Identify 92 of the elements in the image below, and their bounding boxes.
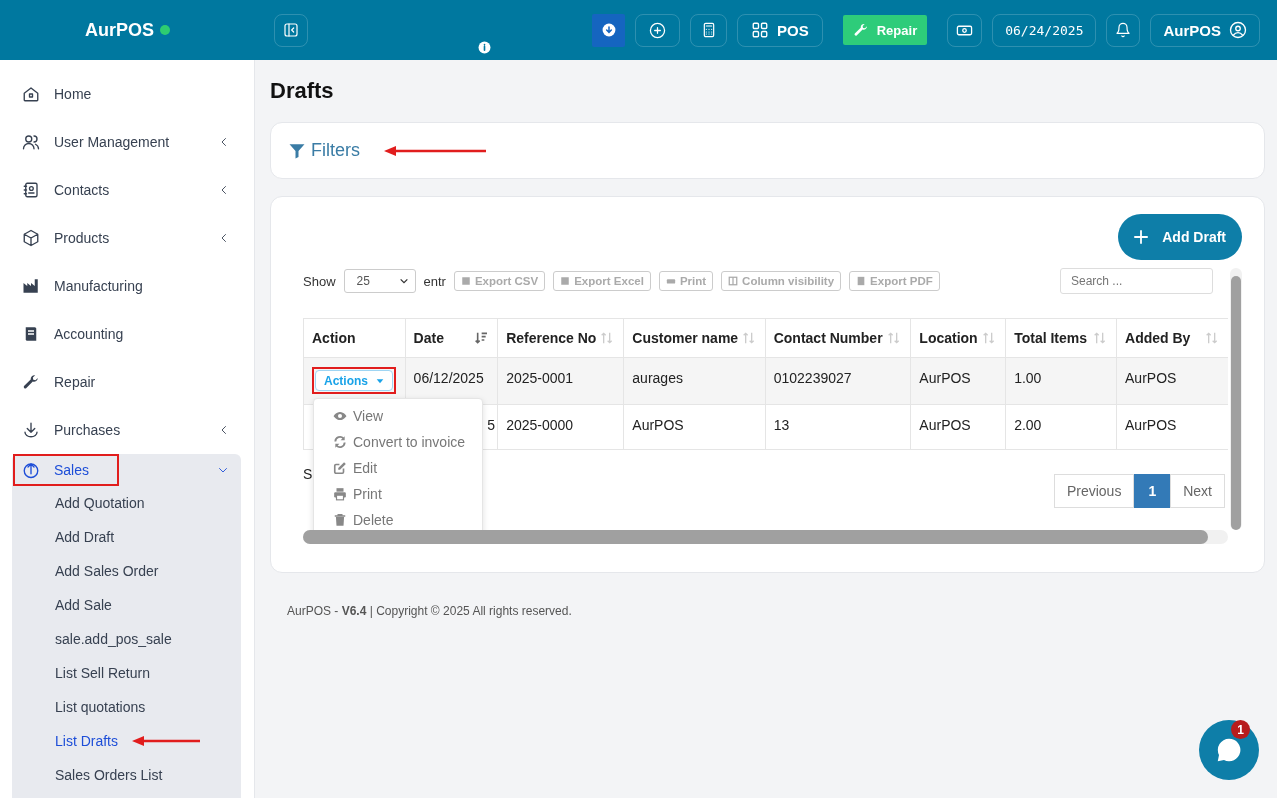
info-icon xyxy=(478,41,491,54)
submenu-item[interactable]: Add Draft xyxy=(55,520,115,554)
notifications-button[interactable] xyxy=(1106,13,1141,47)
sidebar-item[interactable]: Purchases xyxy=(0,406,254,454)
eye-icon xyxy=(333,409,347,423)
table-cell: aurages xyxy=(632,370,683,386)
pos-button[interactable]: POS xyxy=(737,13,823,47)
table-cell: AurPOS xyxy=(919,417,971,433)
table-cell: 2025-0000 xyxy=(506,417,574,433)
wrench-icon xyxy=(852,22,869,38)
search-field[interactable]: Search ... xyxy=(1060,268,1213,294)
trash-icon xyxy=(333,513,347,527)
edit-icon xyxy=(333,461,347,475)
page-title: Drafts xyxy=(270,78,335,104)
submenu-item[interactable]: Add Sales Order xyxy=(55,554,159,588)
chat-button[interactable] xyxy=(1199,720,1259,780)
table-cell: AurPOS xyxy=(632,417,684,433)
box-icon xyxy=(22,229,40,247)
submenu-item[interactable]: Sales Orders List xyxy=(55,758,163,792)
submenu-item[interactable]: List Sell Return xyxy=(55,656,150,690)
table-info: S xyxy=(303,466,313,482)
page-length-select[interactable]: 25 xyxy=(343,269,416,293)
sidebar-toggle-icon xyxy=(283,22,299,38)
menu-item[interactable]: Print xyxy=(314,481,482,507)
show-label: Show xyxy=(303,273,336,289)
brand-name: AurPOS xyxy=(85,19,154,41)
horizontal-scrollbar[interactable] xyxy=(303,530,1228,544)
entries-label: entr xyxy=(423,273,446,289)
user-menu-button[interactable]: AurPOS xyxy=(1150,13,1260,47)
vertical-scrollbar[interactable] xyxy=(1230,268,1242,530)
filter-icon xyxy=(288,141,306,160)
cash-button[interactable] xyxy=(947,13,983,47)
menu-item[interactable]: View xyxy=(314,403,482,429)
calculator-button[interactable] xyxy=(690,13,728,47)
sidebar-item[interactable]: User Management xyxy=(0,118,254,166)
sidebar-item[interactable]: Sales xyxy=(12,454,241,486)
users-icon xyxy=(22,133,40,151)
table-cell: 5 xyxy=(487,417,496,433)
table-cell: AurPOS xyxy=(1125,370,1177,386)
user-circle-icon xyxy=(1229,21,1247,39)
sort-icon xyxy=(1204,330,1220,346)
table-cell: 0102239027 xyxy=(773,370,852,386)
page-number-button[interactable]: 1 xyxy=(1134,474,1171,508)
plus-circle-icon xyxy=(649,21,667,39)
sidebar-item[interactable]: Products xyxy=(0,214,254,262)
table-cell: 2.00 xyxy=(1014,417,1042,433)
caret-down-icon xyxy=(376,376,384,385)
columns-icon xyxy=(728,276,739,286)
chevron-down-icon xyxy=(398,276,409,286)
sort-descending-icon xyxy=(473,330,490,346)
plus-icon xyxy=(1132,228,1151,246)
table-cell: 1.00 xyxy=(1014,370,1042,386)
previous-page-button[interactable]: Previous xyxy=(1053,474,1135,508)
sidebar-item[interactable]: Contacts xyxy=(0,166,254,214)
menu-item[interactable]: Edit xyxy=(314,455,482,481)
footer-text: AurPOS - V6.4 | Copyright © 2025 All rights reserved. xyxy=(287,604,573,618)
submenu-item[interactable]: List quotations xyxy=(55,690,146,724)
table-cell: 06/12/2025 xyxy=(413,370,484,386)
refresh-icon xyxy=(333,435,347,449)
download-icon xyxy=(601,23,616,37)
sidebar-item[interactable]: Accounting xyxy=(0,310,254,358)
factory-icon xyxy=(22,277,40,295)
bell-icon xyxy=(1115,22,1132,38)
sidebar-item[interactable]: Home xyxy=(0,70,254,118)
sidebar-item[interactable]: Repair xyxy=(0,358,254,406)
table-cell: AurPOS xyxy=(919,370,971,386)
sort-icon xyxy=(1092,330,1108,346)
download-icon xyxy=(22,421,40,439)
annotation-arrow xyxy=(132,735,202,747)
upload-icon xyxy=(22,461,40,479)
home-icon xyxy=(22,85,40,103)
submenu-item[interactable]: Add Sale xyxy=(55,588,112,622)
table-cell: AurPOS xyxy=(1125,417,1177,433)
download-button[interactable] xyxy=(592,13,626,47)
status-dot xyxy=(160,25,170,35)
submenu-item[interactable]: sale.add_pos_sale xyxy=(55,622,172,656)
filters-toggle[interactable]: Filters xyxy=(288,140,360,161)
contact-book-icon xyxy=(22,181,40,199)
add-button[interactable] xyxy=(635,13,681,47)
table-cell: 13 xyxy=(773,417,790,433)
next-page-button[interactable]: Next xyxy=(1170,474,1225,508)
submenu-item[interactable]: Add Quotation xyxy=(55,486,145,520)
menu-item[interactable]: Convert to invoice xyxy=(314,429,482,455)
date-display: 06/24/2025 xyxy=(992,13,1097,47)
menu-item[interactable]: Delete xyxy=(314,507,482,530)
submenu-item[interactable]: List Drafts xyxy=(55,724,118,758)
sidebar-toggle-button[interactable] xyxy=(274,13,308,47)
grid-icon xyxy=(751,21,770,39)
sidebar-item[interactable]: Manufacturing xyxy=(0,262,254,310)
table-cell: 2025-0001 xyxy=(506,370,574,386)
wrench-icon xyxy=(22,373,40,391)
add-draft-button[interactable]: Add Draft xyxy=(1118,214,1242,260)
